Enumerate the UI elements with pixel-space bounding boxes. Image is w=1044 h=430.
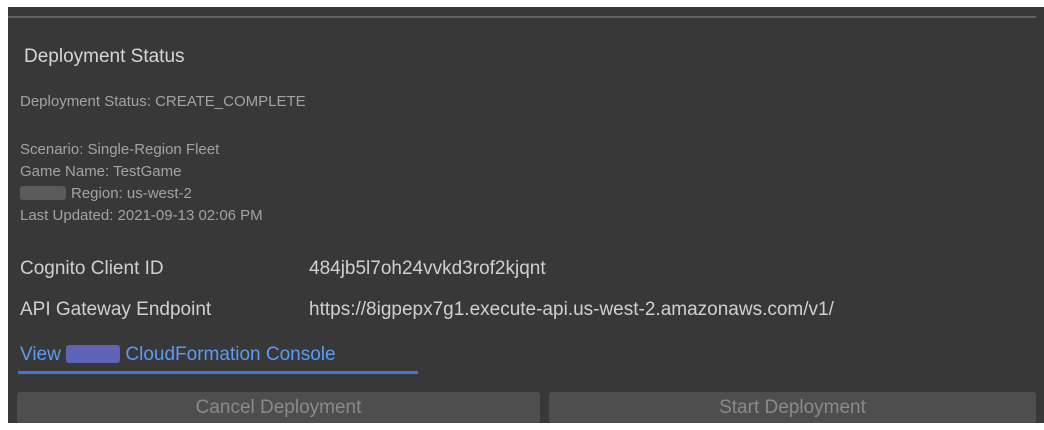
- region-row: Region: us-west-2: [20, 185, 192, 202]
- game-name-text: Game Name: TestGame: [20, 163, 182, 180]
- redacted-block: [66, 345, 121, 363]
- start-deployment-button[interactable]: Start Deployment: [549, 392, 1036, 423]
- api-gateway-endpoint-value: https://8igpepx7g1.execute-api.us-west-2…: [309, 299, 834, 320]
- cognito-client-id-label: Cognito Client ID: [20, 258, 164, 279]
- scenario-text: Scenario: Single-Region Fleet: [20, 141, 220, 158]
- section-title: Deployment Status: [24, 46, 185, 67]
- top-divider: [8, 16, 1036, 18]
- redacted-block: [20, 186, 66, 200]
- cognito-client-id-value: 484jb5l7oh24vvkd3rof2kjqnt: [309, 258, 546, 279]
- link-prefix: View: [20, 344, 61, 365]
- api-gateway-endpoint-label: API Gateway Endpoint: [20, 299, 212, 320]
- deployment-status-text: Deployment Status: CREATE_COMPLETE: [20, 93, 306, 110]
- cancel-deployment-button[interactable]: Cancel Deployment: [17, 392, 540, 423]
- deployment-panel: Deployment Status Deployment Status: CRE…: [0, 0, 1044, 430]
- link-suffix: CloudFormation Console: [125, 344, 336, 365]
- cloudformation-console-link[interactable]: View CloudFormation Console: [20, 344, 336, 366]
- last-updated-text: Last Updated: 2021-09-13 02:06 PM: [20, 207, 263, 224]
- link-underline: [18, 371, 418, 374]
- region-text: Region: us-west-2: [71, 185, 192, 202]
